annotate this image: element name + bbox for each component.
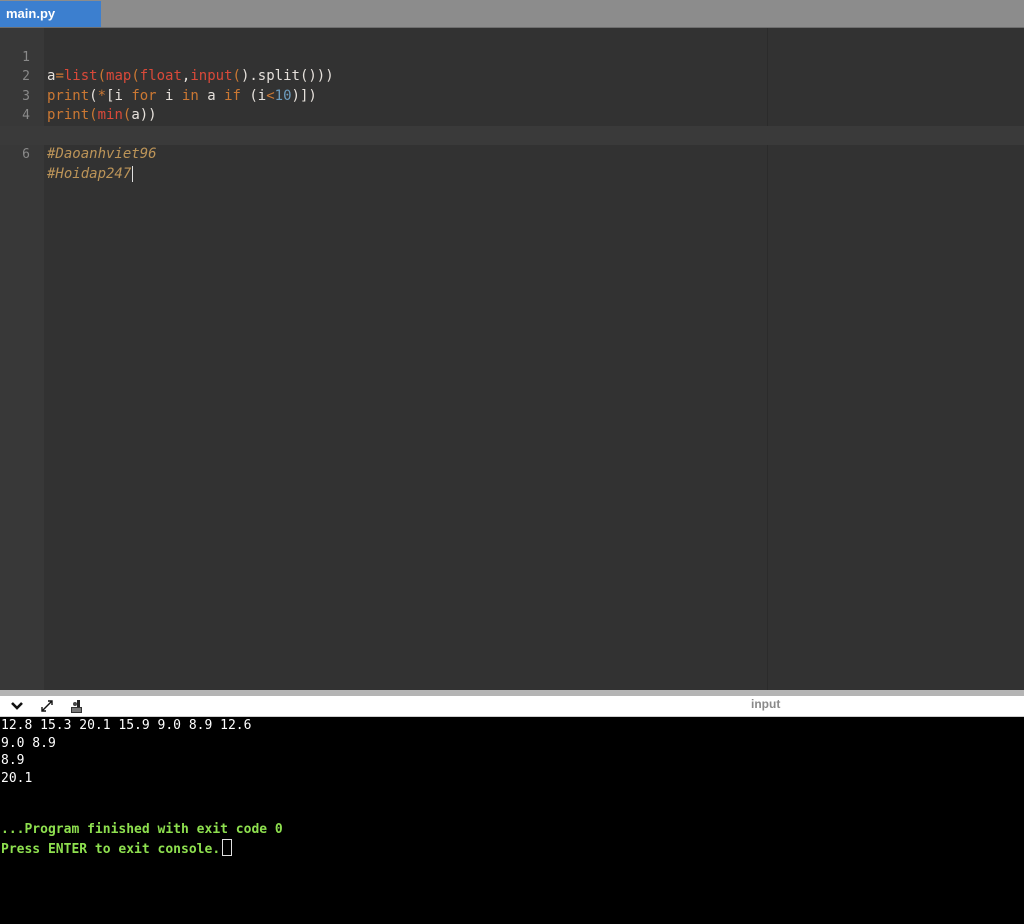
- code-line[interactable]: 5 #Daoanhviet96: [0, 106, 1024, 163]
- console-output[interactable]: 12.8 15.3 20.1 15.9 9.0 8.9 12.6 9.0 8.9…: [0, 717, 1024, 924]
- console-input-label: input: [751, 697, 781, 711]
- exit-status-text: ...Program finished with exit code 0: [1, 822, 283, 837]
- press-enter-line[interactable]: Press ENTER to exit console.: [1, 838, 233, 859]
- code-text[interactable]: #Daoanhviet96: [47, 145, 157, 165]
- console-line: 8.9: [1, 753, 25, 768]
- code-line[interactable]: 4 print(max(a)): [0, 87, 1024, 143]
- console-line: 9.0 8.9: [1, 735, 56, 751]
- code-text[interactable]: #Hoidap247: [47, 165, 134, 185]
- code-line[interactable]: 1 a=list(map(float,input().split())): [0, 28, 1024, 85]
- code-line-active[interactable]: 6 #Hoidap247: [0, 125, 1024, 182]
- console-line: 20.1: [1, 770, 33, 786]
- tab-main-py[interactable]: main.py: [0, 1, 101, 27]
- tab-bar: main.py: [0, 0, 1024, 28]
- chevron-down-icon[interactable]: [9, 698, 27, 714]
- code-line[interactable]: 3 print(min(a)): [0, 67, 1024, 124]
- expand-icon[interactable]: [39, 698, 57, 714]
- clear-console-icon[interactable]: [69, 698, 87, 714]
- code-line[interactable]: 2 print(*[i for i in a if (i<10)]): [0, 48, 1024, 104]
- code-token: #Daoanhviet96: [47, 146, 157, 162]
- console-cursor: [222, 838, 233, 856]
- code-token: #Hoidap247: [47, 165, 132, 182]
- text-cursor: [132, 165, 134, 182]
- code-lines[interactable]: 1 a=list(map(float,input().split())) 2 p…: [0, 28, 1024, 182]
- console-toolbar: input: [0, 696, 1024, 717]
- console-line: 12.8 15.3 20.1 15.9 9.0 8.9 12.6: [1, 718, 252, 733]
- press-enter-text: Press ENTER to exit console.: [1, 841, 221, 857]
- code-editor[interactable]: 1 a=list(map(float,input().split())) 2 p…: [0, 28, 1024, 690]
- line-number: 6: [22, 147, 30, 162]
